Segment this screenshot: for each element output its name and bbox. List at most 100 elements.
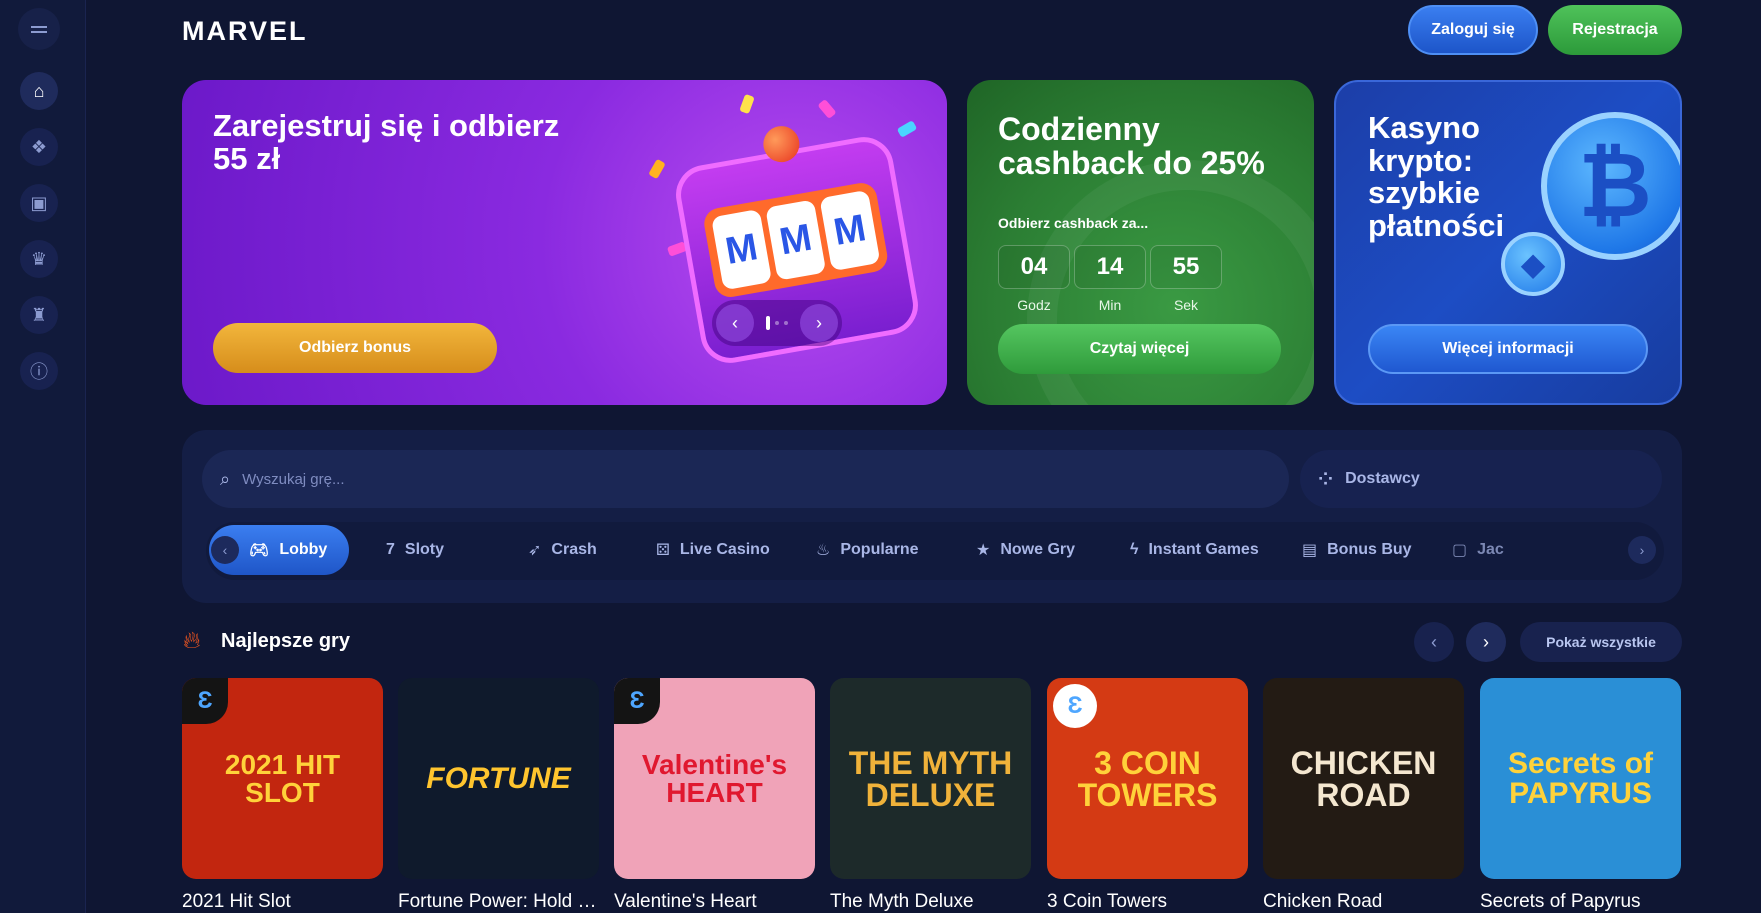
confetti-decoration [817,98,837,120]
tab-label: Lobby [279,541,328,558]
slot-reels: M M M [701,180,890,300]
section-title: Najlepsze gry [221,630,350,652]
gift-icon[interactable]: ▣ [20,184,58,222]
games-prev-button[interactable]: ‹ [1414,622,1454,662]
countdown-minutes: 14 Min [1074,245,1146,319]
game-card[interactable]: CHICKEN ROAD Chicken Road [1263,678,1464,913]
tab-label: Popularne [840,541,919,558]
tab-live-casino[interactable]: ⚄ Live Casino [656,525,770,575]
menu-icon[interactable] [18,8,60,50]
search-input[interactable] [242,470,1143,488]
tab-nowe-gry[interactable]: ★ Nowe Gry [976,525,1075,575]
trophy-icon[interactable]: ♜ [20,296,58,334]
game-thumbnail[interactable]: FORTUNE [398,678,599,879]
slot-lever-ball [760,123,803,165]
game-title[interactable]: Secrets of Papyrus [1480,891,1681,913]
provider-badge-icon: Ɛ [182,678,228,724]
game-title[interactable]: 2021 Hit Slot [182,891,383,913]
tab-label: Crash [551,541,597,558]
countdown-hours: 04 Godz [998,245,1070,319]
game-thumbnail[interactable]: Ɛ 3 COIN TOWERS [1047,678,1248,879]
home-icon[interactable]: ⌂ [20,72,58,110]
dice-icon: ⚄ [656,542,670,559]
cashback-banner[interactable]: Codzienny cashback do 25% Odbierz cashba… [967,80,1314,405]
read-more-button[interactable]: Czytaj więcej [998,324,1281,374]
tab-sloty[interactable]: 7 Sloty [386,525,444,575]
jackpot-icon: ▢ [1452,542,1468,559]
casino-chips-icon[interactable]: ❖ [20,128,58,166]
crown-icon[interactable]: ♛ [20,240,58,278]
claim-bonus-button[interactable]: Odbierz bonus [213,323,497,373]
game-art-text: Secrets of PAPYRUS [1507,746,1654,810]
search-icon: ⌕ [220,468,231,489]
tab-label: Sloty [404,541,445,558]
banner-carousel-controls: ‹ › [712,300,842,346]
game-card[interactable]: Ɛ 3 COIN TOWERS 3 Coin Towers [1047,678,1248,913]
info-icon[interactable]: ⓘ [20,352,58,390]
game-art-text: 2021 HIT SLOT [224,748,341,808]
game-thumbnail[interactable]: THE MYTH DELUXE [830,678,1031,879]
game-card[interactable]: Ɛ 2021 HIT SLOT 2021 Hit Slot [182,678,383,913]
countdown-value: 14 [1074,245,1146,289]
bitcoin-icon: ₿ [1541,112,1680,260]
provider-badge-icon: Ɛ [1053,684,1097,728]
login-button[interactable]: Zaloguj się [1408,5,1538,55]
banner-title: Kasyno krypto: szybkie płatności [1368,110,1505,243]
tab-popularne[interactable]: ♨ Popularne [816,525,919,575]
cashback-countdown-label: Odbierz cashback za... [998,215,1149,231]
tab-label: Bonus Buy [1327,541,1412,558]
game-title[interactable]: The Myth Deluxe [830,891,1031,913]
game-thumbnail[interactable]: Ɛ 2021 HIT SLOT [182,678,383,879]
more-info-button[interactable]: Więcej informacji [1368,324,1648,374]
game-title[interactable]: Valentine's Heart [614,891,815,913]
tabs-scroll-right-icon[interactable]: › [1628,536,1656,564]
game-card[interactable]: Ɛ Valentine's HEART Valentine's Heart [614,678,815,913]
rocket-icon: ➶ [528,542,542,559]
star-icon: ★ [976,542,991,559]
slot-reel: M [711,208,773,291]
game-filter-panel: ⌕ ⁘ Dostawcy 🎮︎ Lobby ‹ 7 Sloty ➶ Crash … [182,430,1682,603]
banner-title: Zarejestruj się i odbierz 55 zł [213,108,560,176]
confetti-decoration [896,120,918,138]
game-thumbnail[interactable]: CHICKEN ROAD [1263,678,1464,879]
game-thumbnail[interactable]: Ɛ Valentine's HEART [614,678,815,879]
game-card[interactable]: Secrets of PAPYRUS Secrets of Papyrus [1480,678,1681,913]
game-card[interactable]: THE MYTH DELUXE The Myth Deluxe [830,678,1031,913]
tab-crash[interactable]: ➶ Crash [528,525,597,575]
carousel-next-button[interactable]: › [800,304,838,342]
game-art-text: THE MYTH DELUXE [848,744,1013,813]
tab-label: Instant Games [1148,541,1259,558]
game-thumbnail[interactable]: Secrets of PAPYRUS [1480,678,1681,879]
game-art-text: 3 COIN TOWERS [1077,744,1218,813]
welcome-bonus-banner[interactable]: Zarejestruj się i odbierz 55 zł M M M Od… [182,80,947,405]
confetti-decoration [648,158,666,180]
game-card[interactable]: FORTUNE Fortune Power: Hold & Win [398,678,599,913]
confetti-decoration [739,93,755,115]
logo[interactable]: MARVEL [182,16,308,47]
search-box[interactable]: ⌕ [202,450,1289,508]
games-next-button[interactable]: › [1466,622,1506,662]
countdown-seconds: 55 Sek [1150,245,1222,319]
game-title[interactable]: Fortune Power: Hold & Win [398,891,599,913]
crypto-banner[interactable]: ₿ ◆ Kasyno krypto: szybkie płatności Wię… [1334,80,1682,405]
game-title[interactable]: Chicken Road [1263,891,1464,913]
tab-instant-games[interactable]: ϟ Instant Games [1130,525,1259,575]
grid-dots-icon: ⁘ [1318,468,1334,489]
providers-button[interactable]: ⁘ Dostawcy [1300,450,1662,508]
game-title[interactable]: 3 Coin Towers [1047,891,1248,913]
slots-icon: 7 [386,541,395,558]
tab-label: Live Casino [679,541,770,558]
countdown-unit: Sek [1173,297,1199,313]
countdown-value: 55 [1150,245,1222,289]
ticket-icon: ▤ [1302,542,1318,559]
register-button[interactable]: Rejestracja [1548,5,1682,55]
tab-label: Jac [1477,541,1504,558]
show-all-button[interactable]: Pokaż wszystkie [1520,622,1682,662]
banner-title: Codzienny cashback do 25% [998,111,1265,181]
game-art-text: Valentine's HEART [641,748,788,808]
tab-jackpot[interactable]: ▢ Jac [1452,525,1504,575]
carousel-prev-button[interactable]: ‹ [716,304,754,342]
tabs-scroll-left-icon[interactable]: ‹ [211,536,239,564]
category-tabs: 🎮︎ Lobby ‹ 7 Sloty ➶ Crash ⚄ Live Casino… [206,522,1664,580]
tab-bonus-buy[interactable]: ▤ Bonus Buy [1302,525,1412,575]
